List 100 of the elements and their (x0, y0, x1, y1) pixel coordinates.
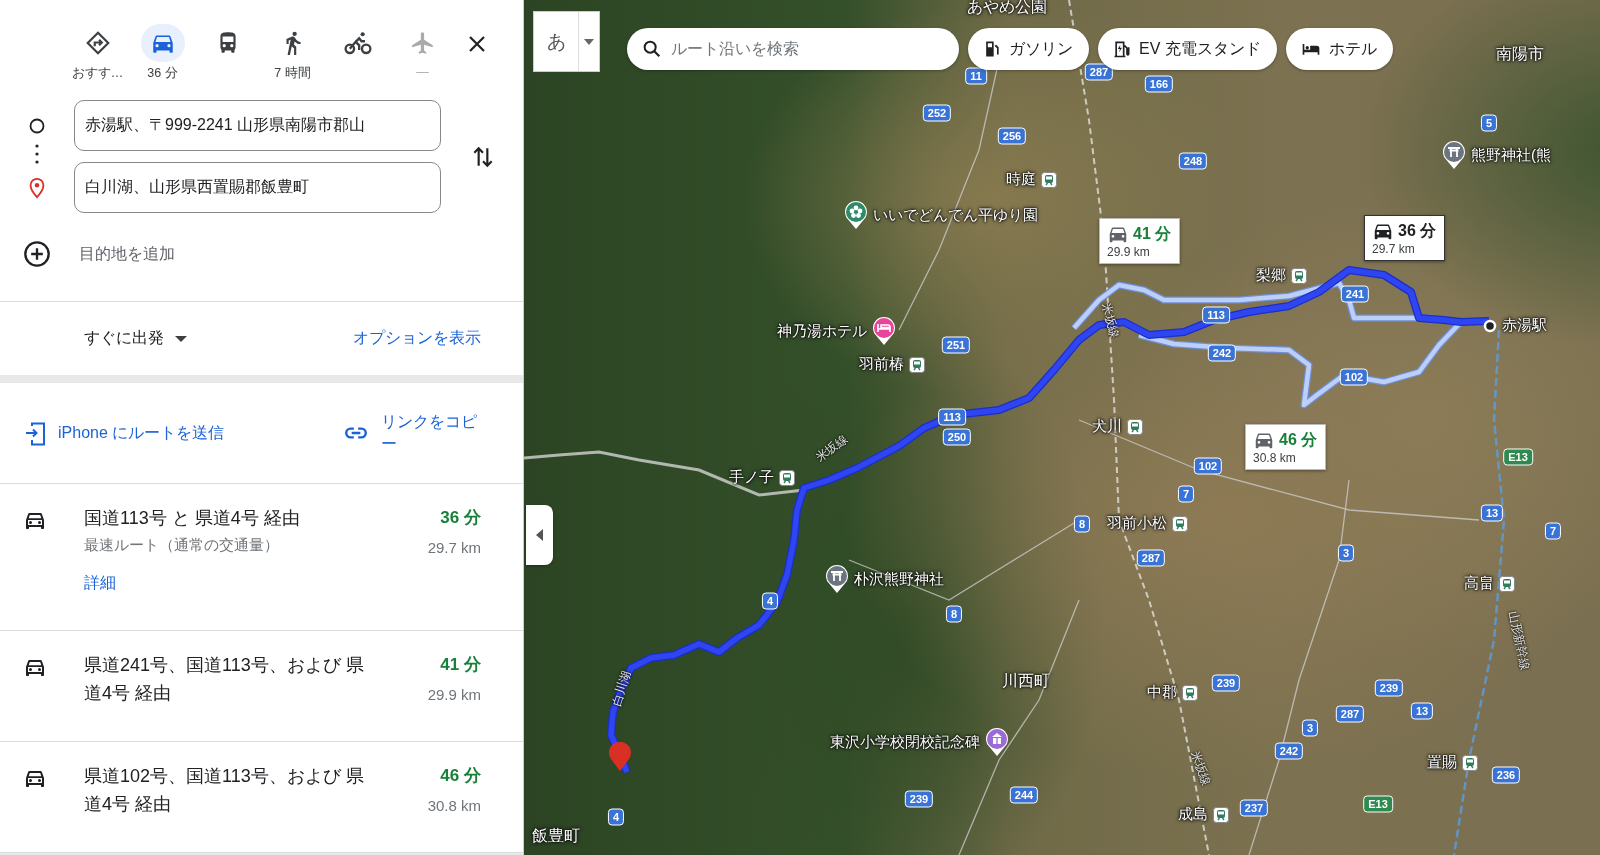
road-number-shield: 287 (1335, 705, 1365, 723)
route-callout[interactable]: 41 分 29.9 km (1099, 218, 1181, 264)
map-place-label[interactable]: 神乃湯ホテル (777, 321, 867, 341)
map-place-label[interactable]: 熊野神社(熊 (1471, 145, 1551, 165)
destination-field[interactable]: 白川湖、山形県西置賜郡飯豊町 (74, 162, 441, 213)
road-number-shield: 251 (941, 336, 971, 354)
map-place-label[interactable]: 高畠 (1464, 574, 1494, 593)
road-number-shield: 287 (1136, 549, 1166, 567)
road-number-shield: 102 (1339, 368, 1369, 386)
shrine-pin-icon (825, 564, 849, 594)
route-distance: 29.7 km (427, 539, 481, 556)
road-number-shield: 4 (761, 592, 779, 610)
map-place-label[interactable]: 南陽市 (1496, 44, 1544, 65)
map-line-label: 米坂線 (812, 430, 852, 467)
train-station-icon (1041, 171, 1057, 188)
options-link[interactable]: オプションを表示 (353, 328, 481, 349)
callout-distance: 30.8 km (1253, 451, 1297, 465)
map-place-label[interactable]: 犬川 (1092, 417, 1122, 436)
map-place-label[interactable]: 川西町 (1002, 671, 1050, 692)
train-station-icon (909, 356, 925, 373)
road-number-shield: E13 (1503, 448, 1533, 466)
plus-circle-icon (23, 240, 51, 268)
road-number-shield: 8 (945, 605, 963, 623)
map-line-label: 米坂線 (1098, 300, 1123, 341)
departure-dropdown[interactable]: すぐに出発 (84, 328, 188, 349)
train-station-icon (779, 469, 795, 486)
route-option[interactable]: 国道113号 と 県道4号 経由 最速ルート（通常の交通量） 詳細 36 分 29.7 km (0, 484, 523, 631)
road-number-shield: 236 (1491, 766, 1521, 784)
flower-pin-icon (844, 200, 868, 230)
callout-distance: 29.7 km (1372, 242, 1416, 256)
road-number-shield: 13 (1410, 702, 1434, 720)
travel-mode-tab[interactable]: 36 分 (130, 24, 195, 82)
road-number-shield: 239 (904, 790, 934, 808)
map-place-label[interactable]: 羽前椿 (859, 355, 904, 374)
map-place-label[interactable]: 飯豊町 (532, 826, 580, 847)
send-to-phone-link[interactable]: iPhone にルートを送信 (24, 420, 225, 446)
map-line-label: 山形新幹線 (1505, 609, 1534, 672)
map-place-label[interactable]: 時庭 (1006, 170, 1036, 189)
map-line-label: 白川湖 (608, 668, 635, 709)
send-to-device-icon (24, 420, 48, 446)
travel-mode-tab[interactable]: 7 時間 (260, 24, 325, 82)
map-place-label[interactable]: 手ノ子 (729, 468, 774, 487)
route-distance: 30.8 km (427, 797, 481, 814)
route-distance: 29.9 km (427, 686, 481, 703)
train-station-icon (1213, 806, 1229, 823)
road-number-shield: 113 (938, 408, 966, 426)
route-option[interactable]: 県道241号、国道113号、および 県道4号 経由 41 分 29.9 km (0, 631, 523, 742)
map-place-label[interactable]: 羽前小松 (1107, 514, 1167, 533)
road-number-shield: 252 (922, 104, 952, 122)
map-place-label[interactable]: 置賜 (1427, 753, 1457, 772)
road-number-shield: 287 (1084, 63, 1114, 81)
ev-charger-icon (1112, 39, 1132, 59)
bed-pin-icon (872, 316, 896, 346)
map-place-label[interactable]: 東沢小学校閉校記念碑 (830, 732, 980, 752)
road-number-shield: 256 (997, 127, 1027, 145)
route-duration: 46 分 (440, 765, 481, 787)
callout-duration: 41 分 (1133, 223, 1172, 244)
map-place-label[interactable]: 朴沢熊野神社 (854, 569, 944, 589)
caret-icon (584, 38, 594, 45)
add-destination-button[interactable]: 目的地を追加 (0, 231, 523, 277)
travel-mode-tab[interactable]: おすす… (65, 24, 130, 82)
map-place-label[interactable]: 梨郷 (1256, 266, 1286, 285)
map-place-label[interactable]: 赤湯駅 (1502, 316, 1547, 335)
road-number-shield: 11 (965, 67, 987, 85)
caret-icon (174, 334, 188, 343)
destination-pin-icon (609, 741, 631, 771)
route-duration: 41 分 (440, 654, 481, 676)
input-method-button[interactable]: あ (533, 11, 600, 72)
road-number-shield: 241 (1340, 285, 1370, 303)
road-number-shield: 7 (1177, 485, 1195, 503)
route-dots-icon (35, 144, 39, 164)
collapse-arrow-icon (535, 529, 544, 541)
category-chip[interactable]: ガソリン (968, 28, 1089, 70)
road-number-shield: 3 (1337, 544, 1355, 562)
road-number-shield: 242 (1274, 742, 1304, 760)
route-duration: 36 分 (440, 507, 481, 529)
airplane-icon (409, 30, 436, 56)
route-callout[interactable]: 46 分 30.8 km (1245, 424, 1327, 470)
road-number-shield: 7 (1544, 522, 1562, 540)
collapse-panel-button[interactable] (526, 505, 553, 565)
origin-field[interactable]: 赤湯駅、〒999-2241 山形県南陽市郡山 (74, 100, 441, 151)
details-link[interactable]: 詳細 (84, 573, 116, 594)
train-station-icon (1462, 754, 1478, 771)
map-place-label[interactable]: 成島 (1178, 805, 1208, 824)
road-number-shield: 248 (1178, 152, 1208, 170)
route-callout[interactable]: 36 分 29.7 km (1364, 215, 1446, 261)
map-place-label[interactable]: いいでどんでん平ゆり園 (873, 205, 1038, 225)
copy-link[interactable]: リンクをコピー (343, 411, 481, 455)
search-icon (641, 38, 663, 60)
road-number-shield: 250 (942, 428, 972, 446)
satellite-map[interactable] (524, 0, 1600, 855)
train-station-icon (1182, 684, 1198, 701)
route-search-field[interactable]: ルート沿いを検索 (627, 28, 959, 70)
callout-duration: 46 分 (1279, 429, 1318, 450)
search-input[interactable]: ルート沿いを検索 (671, 40, 945, 58)
map-place-label[interactable]: 中郡 (1147, 683, 1177, 702)
category-chip[interactable]: ホテル (1285, 28, 1393, 70)
callout-distance: 29.9 km (1107, 245, 1151, 259)
road-number-shield: 4 (607, 808, 625, 826)
road-number-shield: E13 (1363, 795, 1393, 813)
